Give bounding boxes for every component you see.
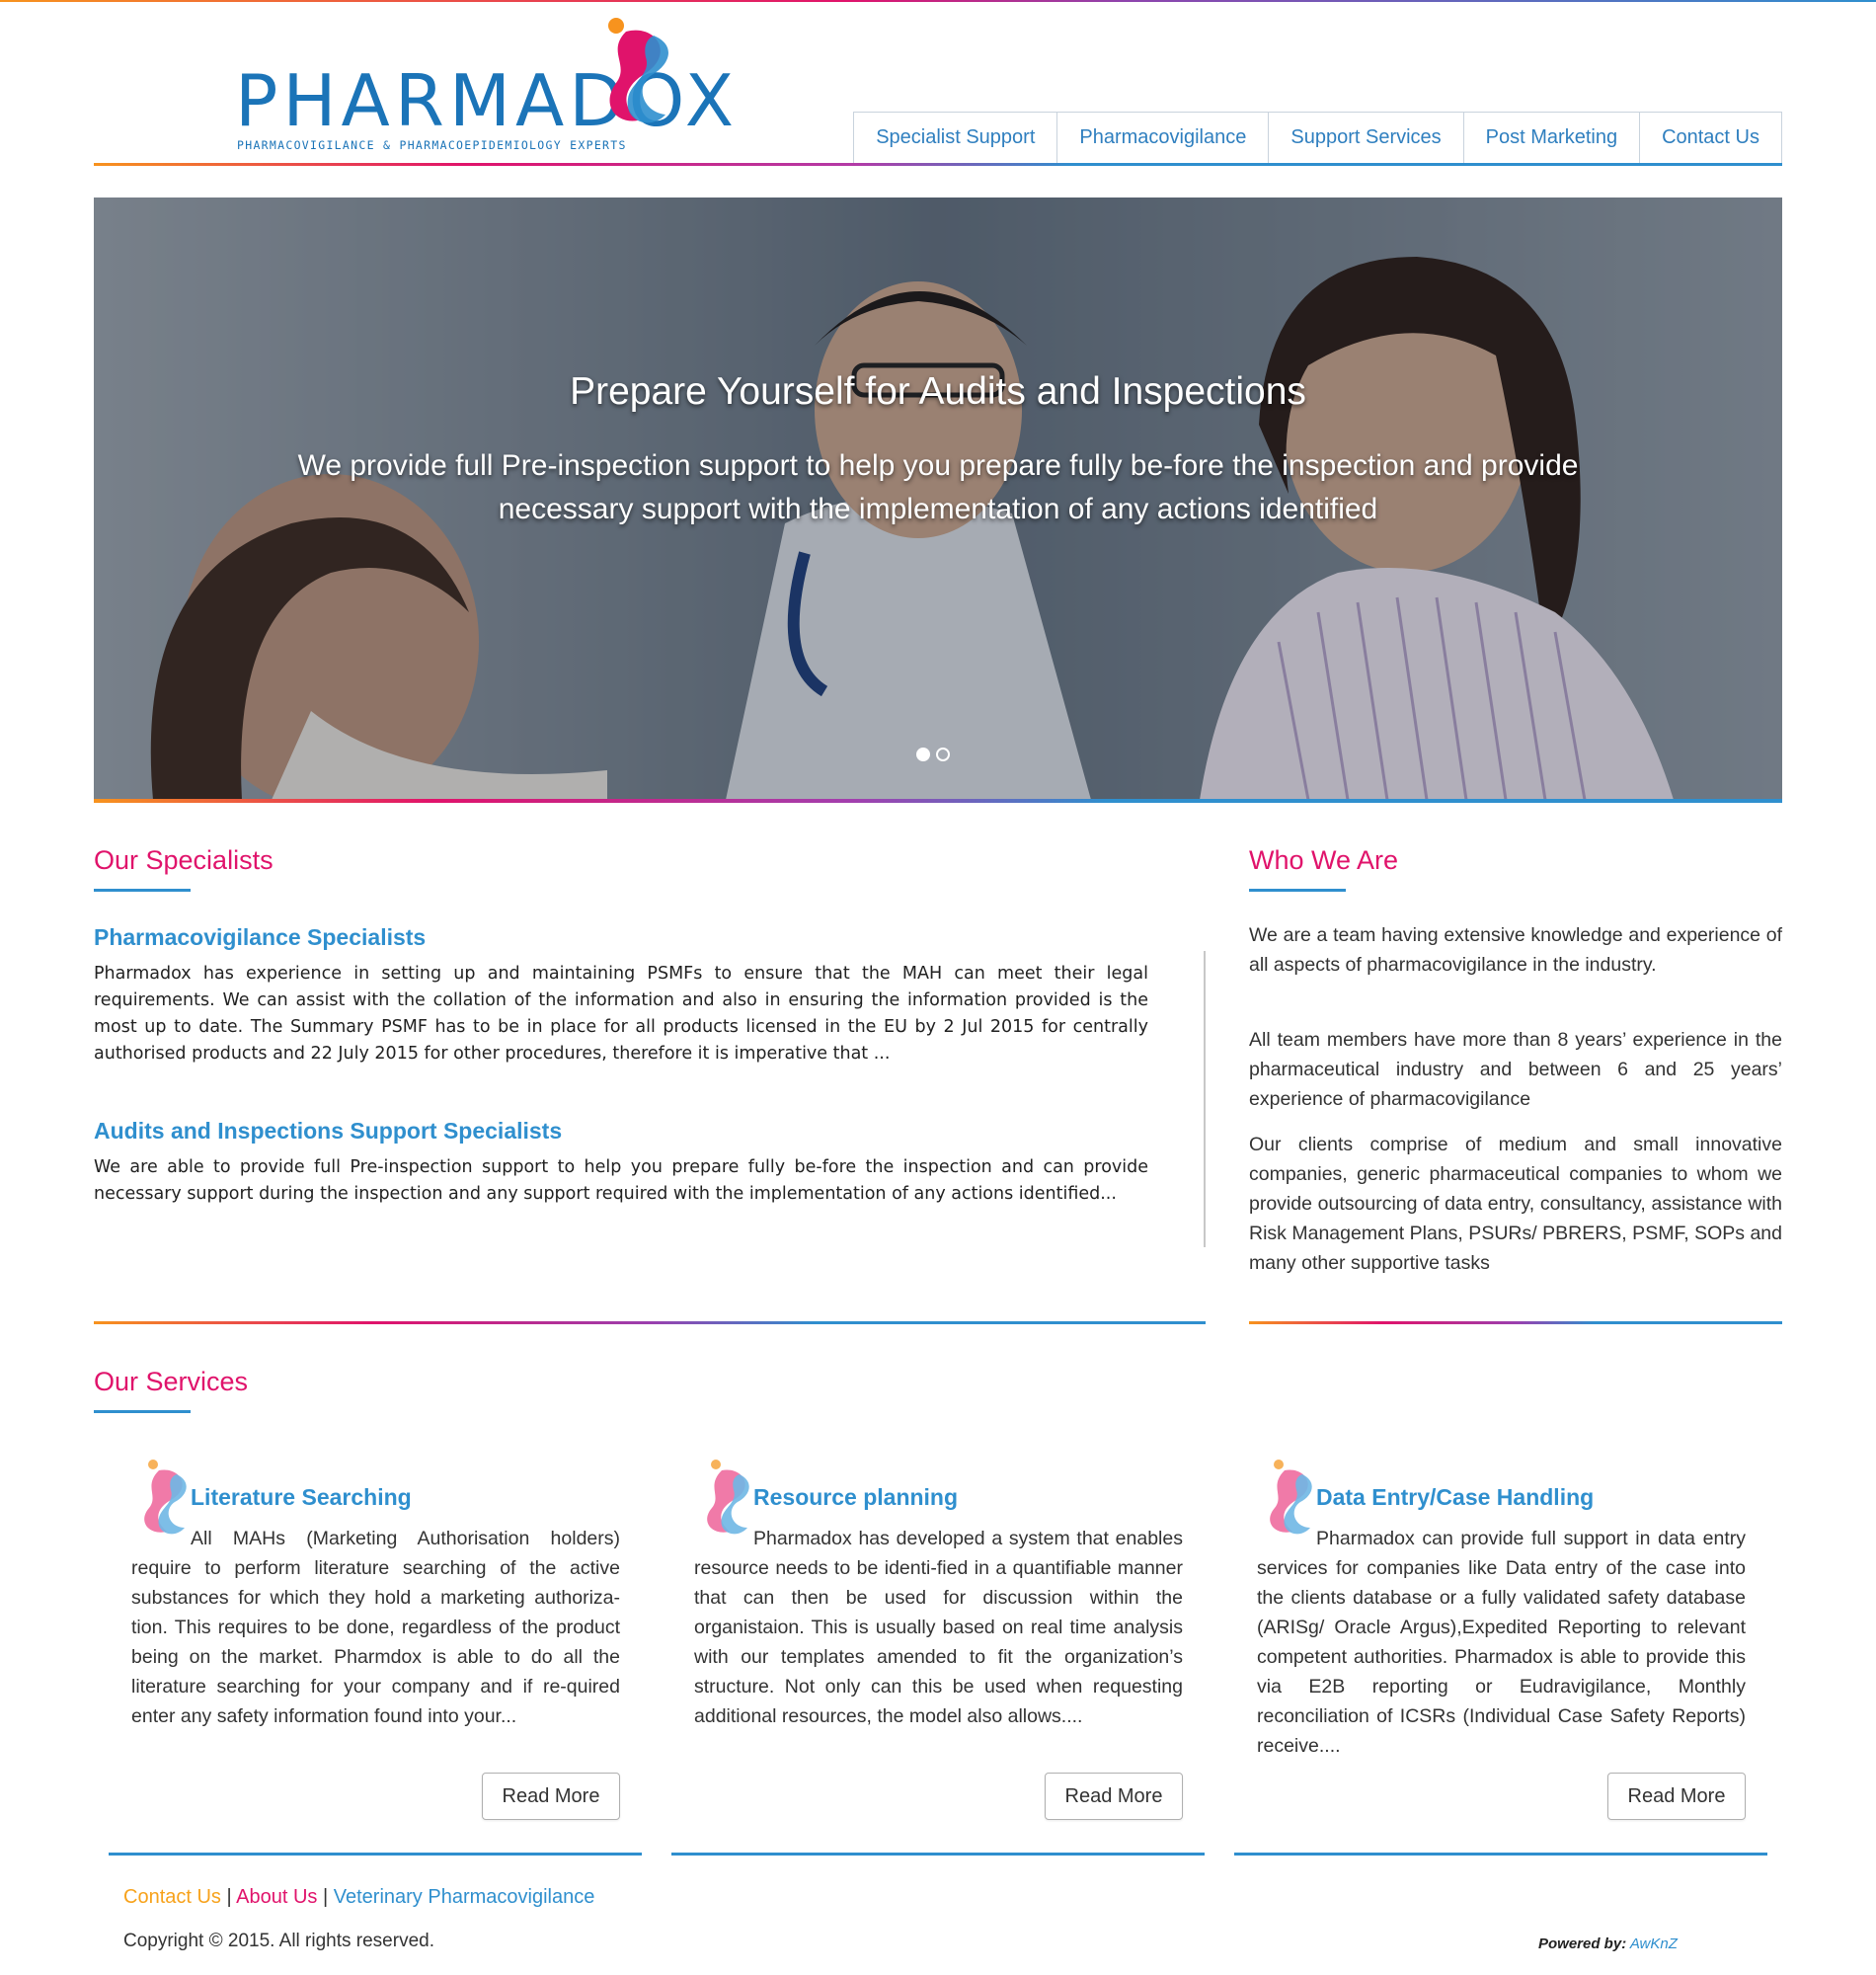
powered-by: Powered by: AwKnZ bbox=[1538, 1936, 1678, 1952]
service-title[interactable]: Literature Searching bbox=[191, 1484, 412, 1511]
copyright-text: Copyright © 2015. All rights reserved. bbox=[123, 1931, 434, 1951]
header-gradient-divider bbox=[94, 163, 1782, 166]
service-title[interactable]: Data Entry/Case Handling bbox=[1316, 1484, 1594, 1511]
nav-support-services[interactable]: Support Services bbox=[1268, 113, 1462, 164]
hero-gradient-divider bbox=[94, 799, 1782, 803]
service-title[interactable]: Resource planning bbox=[753, 1484, 958, 1511]
nav-contact-us[interactable]: Contact Us bbox=[1639, 113, 1781, 164]
specialists-heading: Our Specialists bbox=[94, 845, 274, 875]
specialists-bottom-divider bbox=[94, 1321, 1206, 1324]
audit-specialists-title[interactable]: Audits and Inspections Support Specialis… bbox=[94, 1118, 562, 1145]
hero-text: We provide full Pre-inspection support t… bbox=[297, 449, 1579, 525]
slider-dot-2[interactable] bbox=[936, 748, 950, 761]
nav-post-marketing[interactable]: Post Marketing bbox=[1462, 113, 1639, 164]
footer-link-about-us[interactable]: About Us bbox=[236, 1886, 317, 1908]
footer-link-contact-us[interactable]: Contact Us bbox=[123, 1886, 221, 1908]
who-bottom-divider bbox=[1249, 1321, 1782, 1324]
footer-links: Contact Us | About Us | Veterinary Pharm… bbox=[123, 1886, 594, 1909]
who-paragraph-1: We are a team having extensive knowledge… bbox=[1249, 924, 1782, 976]
footer-separator: | bbox=[322, 1886, 329, 1908]
footer-link-veterinary-pv[interactable]: Veterinary Pharmacovigilance bbox=[334, 1886, 595, 1908]
who-heading: Who We Are bbox=[1249, 845, 1399, 875]
who-paragraph-3: Our clients comprise of medium and small… bbox=[1249, 1134, 1782, 1274]
service-text: Pharmadox can provide full support in da… bbox=[1257, 1528, 1746, 1757]
specialists-heading-underline bbox=[94, 889, 191, 892]
hero-title: Prepare Yourself for Audits and Inspecti… bbox=[570, 370, 1306, 413]
service-divider bbox=[109, 1853, 642, 1856]
pharmadox-logo[interactable]: PHARMADOX PHARMACOVIGILANCE & PHARMACOEP… bbox=[235, 14, 734, 162]
read-more-button[interactable]: Read More bbox=[482, 1773, 620, 1820]
footer-separator: | bbox=[226, 1886, 232, 1908]
hero-slider: Prepare Yourself for Audits and Inspecti… bbox=[94, 198, 1782, 800]
read-more-button[interactable]: Read More bbox=[1607, 1773, 1746, 1820]
nav-pharmacovigilance[interactable]: Pharmacovigilance bbox=[1056, 113, 1268, 164]
pv-specialists-text: Pharmadox has experience in setting up a… bbox=[94, 964, 1148, 1064]
services-heading-underline bbox=[94, 1410, 191, 1413]
service-text: All MAHs (Marketing Authorisation holder… bbox=[131, 1528, 620, 1727]
who-heading-underline bbox=[1249, 889, 1346, 892]
nav-specialist-support[interactable]: Specialist Support bbox=[854, 113, 1056, 164]
slider-dot-1[interactable] bbox=[916, 748, 930, 761]
logo-tagline: PHARMACOVIGILANCE & PHARMACOEPIDEMIOLOGY… bbox=[237, 138, 627, 152]
powered-by-link[interactable]: AwKnZ bbox=[1630, 1936, 1678, 1952]
slider-pagination bbox=[916, 748, 950, 761]
top-gradient-bar bbox=[0, 0, 1876, 2]
who-paragraph-2: All team members have more than 8 years’… bbox=[1249, 1029, 1782, 1110]
logo-mark-icon bbox=[608, 18, 668, 123]
service-divider bbox=[1234, 1853, 1767, 1856]
service-divider bbox=[671, 1853, 1205, 1856]
powered-by-label: Powered by: bbox=[1538, 1936, 1627, 1952]
column-divider bbox=[1204, 951, 1206, 1247]
services-heading: Our Services bbox=[94, 1367, 249, 1396]
main-nav: Specialist Support Pharmacovigilance Sup… bbox=[853, 112, 1782, 164]
pv-specialists-title[interactable]: Pharmacovigilance Specialists bbox=[94, 924, 426, 951]
read-more-button[interactable]: Read More bbox=[1045, 1773, 1183, 1820]
audit-specialists-text: We are able to provide full Pre-inspecti… bbox=[94, 1157, 1148, 1204]
service-text: Pharmadox has developed a system that en… bbox=[694, 1528, 1183, 1727]
